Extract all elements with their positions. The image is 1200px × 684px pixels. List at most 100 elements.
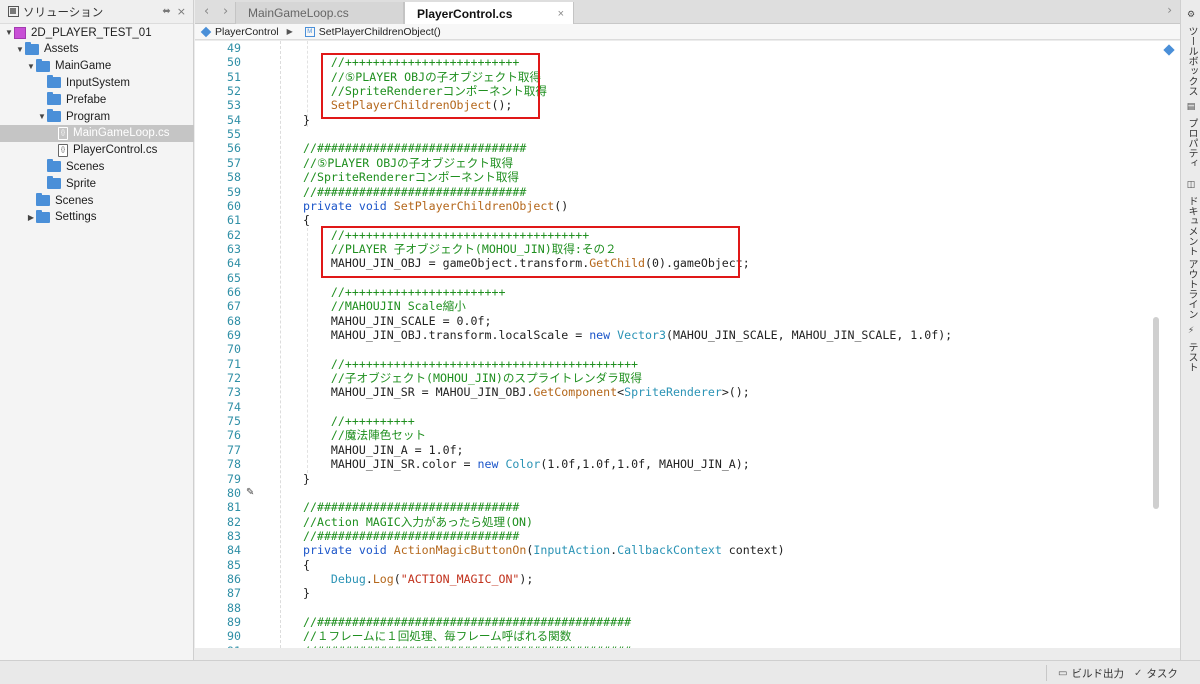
tab-label: MainGameLoop.cs (248, 6, 349, 20)
breadcrumb-method[interactable]: SetPlayerChildrenObject() (319, 26, 441, 38)
build-output-icon: ▭ (1058, 668, 1068, 679)
code-token: MAHOU_JIN_SR.color = (303, 457, 478, 472)
code-text: MAHOU_JIN_SCALE = 0.0f; (303, 314, 492, 328)
tree-item-file[interactable]: {} PlayerControl.cs (0, 142, 194, 159)
code-editor[interactable]: 49 50 //+++++++++++++++++++++++++ 51 //⑤PL… (195, 41, 1180, 648)
properties-icon: ▤ (1186, 102, 1196, 112)
class-icon (200, 26, 212, 37)
expand-right-icon[interactable]: ▶ (26, 213, 36, 222)
close-panel-icon[interactable]: × (177, 5, 186, 18)
chevron-right-icon: ▶ (286, 27, 293, 36)
folder-icon (47, 75, 61, 89)
expand-down-icon[interactable]: ▼ (37, 112, 47, 121)
tree-item-folder[interactable]: InputSystem (0, 74, 194, 91)
line-number: 56 (227, 141, 241, 156)
tree-item-label: Assets (44, 43, 79, 56)
line-number: 51 (227, 69, 241, 84)
toolbox-tab[interactable]: ⚙ ツールボックス (1184, 10, 1199, 96)
line-number: 86 (227, 571, 241, 586)
line-number: 73 (227, 385, 241, 400)
tree-item-file[interactable]: {} MainGameLoop.cs (0, 124, 194, 142)
line-number: 57 (227, 155, 241, 170)
tree-item-folder[interactable]: Scenes (0, 192, 194, 209)
outline-icon: ◫ (1186, 180, 1196, 190)
code-text: //MAHOUJIN Scale縮小 (303, 299, 466, 313)
code-text: private void ActionMagicButtonOn(InputAc… (303, 543, 785, 557)
code-text: //++++++++++++++++++++++++++++++++++++++… (303, 357, 638, 371)
tab-overflow-icon[interactable]: › (1167, 3, 1172, 17)
code-text: //+++++++++++++++++++++++ (303, 285, 506, 299)
check-icon: ✓ (1134, 668, 1143, 679)
indent-guide (280, 41, 281, 648)
code-token: private void (303, 198, 394, 213)
code-token: MAHOU_JIN_OBJ.transform.localScale = (303, 328, 590, 342)
code-token: //######################################… (303, 615, 632, 629)
code-token: } (303, 586, 310, 601)
line-number: 50 (227, 55, 241, 70)
folder-icon (36, 209, 50, 223)
line-number: 54 (227, 112, 241, 127)
code-token: GetComponent (533, 385, 618, 400)
nav-back-icon[interactable]: ‹ (204, 4, 209, 19)
tasks-button[interactable]: ✓ タスク (1134, 666, 1178, 681)
tree-item-folder[interactable]: ▼ Assets (0, 41, 194, 58)
tab-label: PlayerControl.cs (417, 6, 513, 21)
tree-item-folder[interactable]: Sprite (0, 175, 194, 192)
tree-item-folder[interactable]: ▶ Settings (0, 209, 194, 226)
line-number: 74 (227, 399, 241, 414)
code-token: //Action MAGIC入力があったら処理(ON) (303, 514, 533, 529)
code-text: //############################## (303, 185, 526, 199)
breadcrumb-class[interactable]: PlayerControl (215, 26, 279, 38)
code-text: private void SetPlayerChildrenObject() (303, 199, 568, 213)
line-number: 55 (227, 127, 241, 142)
line-number: 82 (227, 514, 241, 529)
solution-icon (14, 26, 26, 39)
close-tab-icon[interactable]: × (558, 8, 564, 20)
vertical-scrollbar[interactable] (1153, 317, 1159, 509)
nav-forward-icon[interactable]: › (223, 4, 228, 19)
tree-item-folder[interactable]: ▼ MainGame (0, 58, 194, 75)
properties-tab[interactable]: ▤ プロパティ (1184, 102, 1199, 168)
pin-icon[interactable]: ⬌ (162, 6, 170, 17)
editor-tab-bar: ‹ › MainGameLoop.cs PlayerControl.cs × › (195, 0, 1180, 25)
code-token: //MAHOUJIN Scale縮小 (303, 299, 466, 314)
tab-maingameloop[interactable]: MainGameLoop.cs (235, 2, 404, 24)
document-outline-tab[interactable]: ◫ ドキュメント アウトライン (1184, 180, 1199, 319)
solution-panel: ソリューション ⬌ × ▼ 2D_PLAYER_TEST_01 ▼ Assets ▼ Ma… (0, 0, 194, 660)
code-token: { (303, 557, 310, 572)
folder-icon (25, 41, 39, 55)
line-number: 52 (227, 84, 241, 99)
expand-down-icon[interactable]: ▼ (26, 62, 36, 71)
status-bar: ▭ ビルド出力 ✓ タスク (0, 660, 1200, 684)
code-text: //１フレームに１回処理、毎フレーム呼ばれる関数 (303, 629, 571, 643)
line-number: 67 (227, 299, 241, 314)
code-text: MAHOU_JIN_A = 1.0f; (303, 443, 464, 457)
build-output-button[interactable]: ▭ ビルド出力 (1058, 666, 1124, 681)
test-label: テスト (1186, 342, 1197, 373)
code-token: //⑤PLAYER OBJの子オブジェクト取得 (303, 155, 514, 170)
line-number: 84 (227, 543, 241, 558)
solution-panel-icon (8, 6, 19, 17)
tree-item-folder[interactable]: ▼ Program (0, 108, 194, 125)
expand-down-icon[interactable]: ▼ (4, 28, 14, 37)
code-token: private void (303, 543, 394, 558)
line-number: 64 (227, 256, 241, 271)
tree-item-solution[interactable]: ▼ 2D_PLAYER_TEST_01 (0, 24, 194, 41)
tree-item-label: MainGameLoop.cs (73, 127, 170, 140)
test-tab[interactable]: ⚡ テスト (1184, 326, 1199, 372)
code-token: >(); (721, 385, 750, 400)
tree-item-folder[interactable]: Scenes (0, 158, 194, 175)
code-text: //############################# (303, 500, 519, 514)
expand-down-icon[interactable]: ▼ (15, 45, 25, 54)
line-number: 70 (227, 342, 241, 357)
code-token: //######################################… (303, 644, 631, 648)
tree-item-label: MainGame (55, 60, 112, 73)
code-token: //############################## (303, 184, 527, 199)
tree-item-folder[interactable]: Prefabe (0, 91, 194, 108)
code-token: new (589, 328, 618, 342)
line-number: 71 (227, 356, 241, 371)
tab-playercontrol[interactable]: PlayerControl.cs × (404, 2, 574, 25)
code-text: MAHOU_JIN_SR = MAHOU_JIN_OBJ.GetComponen… (303, 385, 750, 399)
line-number: 49 (227, 41, 241, 55)
highlight-box (321, 226, 740, 278)
